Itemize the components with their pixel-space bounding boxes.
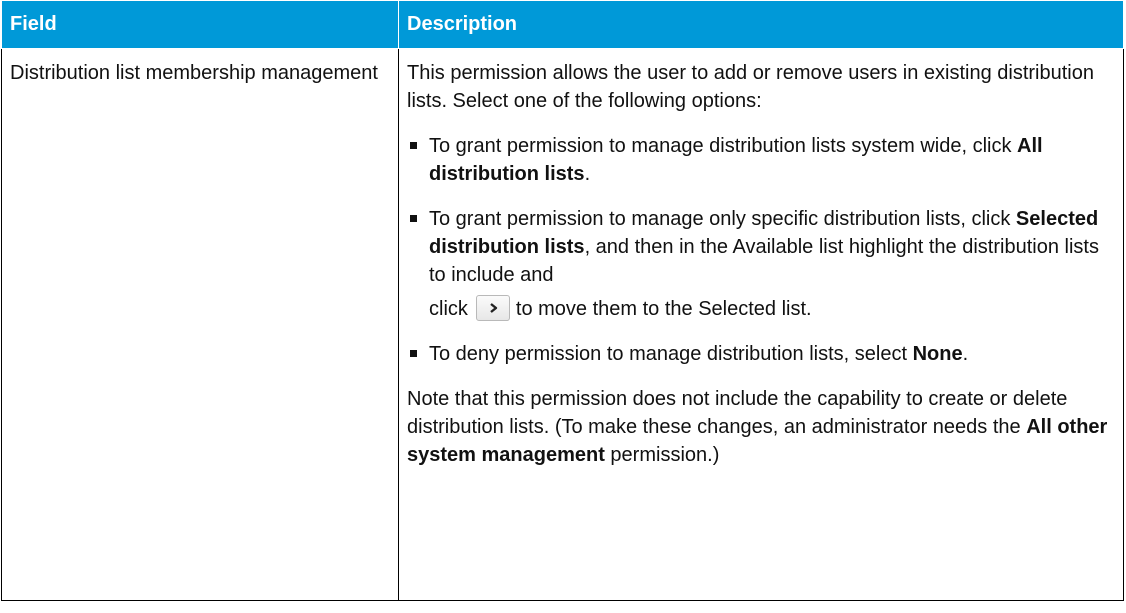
permissions-table: Field Description Distribution list memb… (1, 0, 1124, 601)
table-header-row: Field Description (1, 0, 1124, 49)
click-word: click (429, 298, 468, 320)
header-description: Description (398, 0, 1124, 49)
header-field: Field (1, 0, 399, 49)
chevron-right-icon (490, 302, 498, 313)
option-text-end: . (962, 343, 969, 365)
list-item: To grant permission to manage only speci… (407, 205, 1113, 323)
list-item: To deny permission to manage distributio… (407, 340, 1113, 368)
after-button-text: to move them to the Selected list. (515, 298, 812, 320)
list-item: To grant permission to manage distributi… (407, 132, 1113, 188)
table-row: Distribution list membership management … (1, 48, 1124, 601)
option-bold: None (912, 343, 963, 365)
bullet-icon (410, 142, 417, 149)
move-right-button[interactable] (475, 294, 510, 321)
note-text-end: permission.) (604, 444, 720, 466)
description-intro: This permission allows the user to add o… (407, 62, 1094, 112)
option-text: To grant permission to manage distributi… (429, 135, 1018, 157)
description-note: Note that this permission does not inclu… (407, 385, 1113, 469)
options-list: To grant permission to manage distributi… (407, 132, 1113, 368)
option-text: To deny permission to manage distributio… (429, 343, 913, 365)
button-line: click to move them to the Selected list. (429, 294, 812, 323)
field-name: Distribution list membership management (10, 62, 378, 84)
bullet-icon (410, 215, 417, 222)
option-text-end: . (584, 163, 591, 185)
description-cell: This permission allows the user to add o… (398, 48, 1124, 601)
option-text: To grant permission to manage only speci… (429, 208, 1016, 230)
field-cell: Distribution list membership management (1, 48, 399, 601)
note-text: Note that this permission does not inclu… (407, 388, 1068, 438)
bullet-icon (410, 350, 417, 357)
